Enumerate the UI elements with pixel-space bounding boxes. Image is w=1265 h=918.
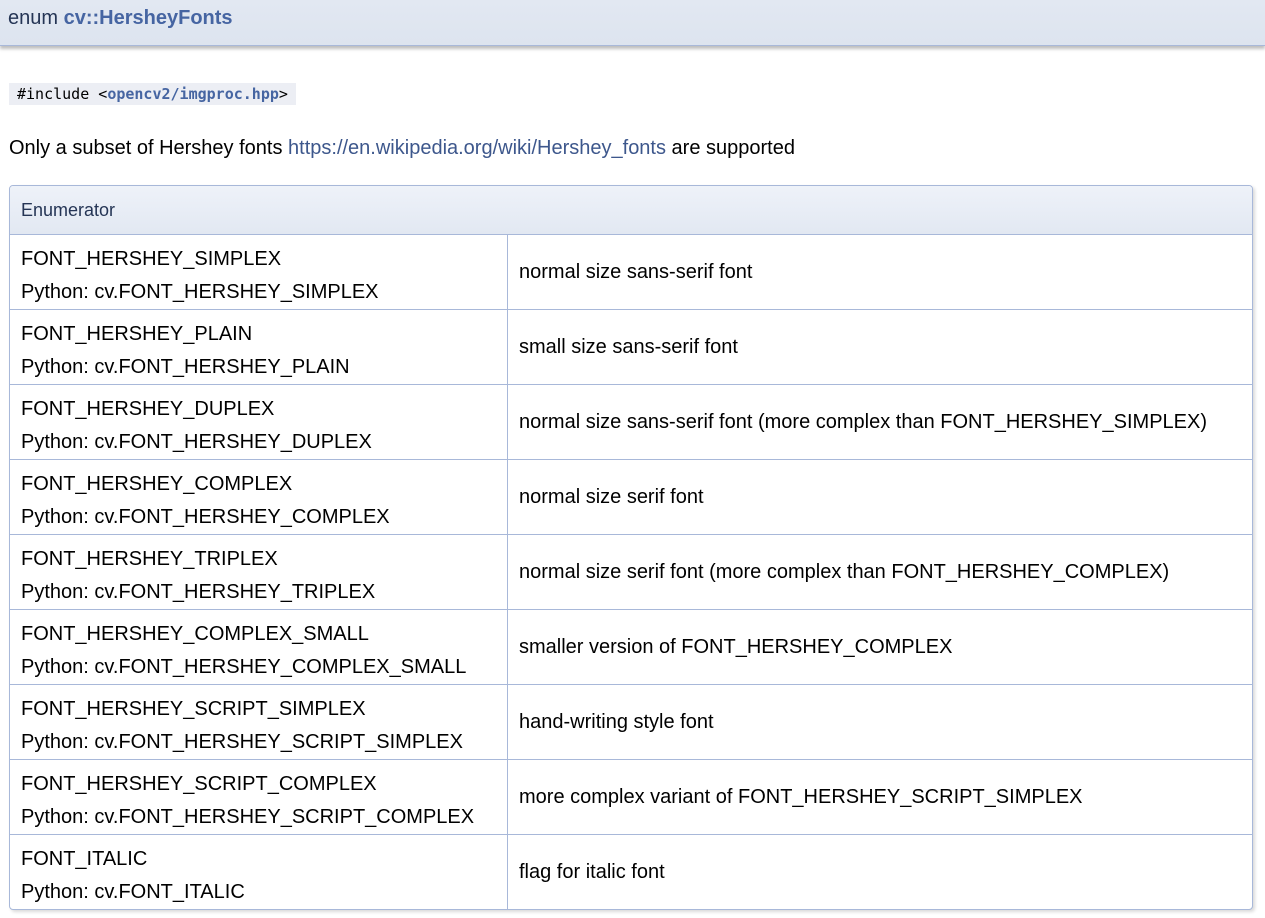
enumerator-name-cell: FONT_HERSHEY_SIMPLEX Python: cv.FONT_HERS… (10, 235, 508, 309)
enumerator-python-name: Python: cv.FONT_HERSHEY_SCRIPT_SIMPLEX (21, 731, 463, 753)
enumerator-python-name: Python: cv.FONT_HERSHEY_PLAIN (21, 356, 350, 378)
enumerator-python-name: Python: cv.FONT_ITALIC (21, 881, 245, 903)
enumerator-table-header: Enumerator (10, 186, 1252, 235)
enumerator-name: FONT_HERSHEY_COMPLEX_SMALL (21, 623, 369, 645)
enum-title-bar: enum cv::HersheyFonts (0, 0, 1265, 46)
enum-keyword: enum (8, 7, 59, 29)
enumerator-python-name: Python: cv.FONT_HERSHEY_DUPLEX (21, 431, 372, 453)
enumerator-python-name: Python: cv.FONT_HERSHEY_SCRIPT_COMPLEX (21, 806, 475, 828)
enumerator-description: small size sans-serif font (519, 335, 738, 358)
enumerator-row: FONT_HERSHEY_SIMPLEX Python: cv.FONT_HERS… (10, 235, 1252, 310)
enumerator-row: FONT_HERSHEY_DUPLEX Python: cv.FONT_HERSH… (10, 385, 1252, 460)
enum-name: cv::HersheyFonts (63, 7, 233, 29)
enumerator-description: more complex variant of FONT_HERSHEY_SCR… (519, 785, 1083, 808)
enumerator-row: FONT_HERSHEY_TRIPLEX Python: cv.FONT_HERS… (10, 535, 1252, 610)
enum-description: Only a subset of Hershey fonts https://e… (9, 135, 795, 161)
include-file-link[interactable]: opencv2/imgproc.hpp (107, 85, 279, 103)
enumerator-description: normal size sans-serif font (519, 260, 753, 283)
enumerator-description: normal size serif font (519, 485, 704, 508)
enumerator-table: Enumerator FONT_HERSHEY_SIMPLEX Python: c… (9, 185, 1253, 910)
enumerator-name: FONT_HERSHEY_DUPLEX (21, 398, 275, 420)
enumerator-description: smaller version of FONT_HERSHEY_COMPLEX (519, 635, 953, 658)
enumerator-name-cell: FONT_HERSHEY_SCRIPT_COMPLEX Python: cv.FO… (10, 760, 508, 834)
enumerator-name-cell: FONT_HERSHEY_COMPLEX Python: cv.FONT_HERS… (10, 460, 508, 534)
include-prefix: #include < (17, 85, 108, 103)
enumerator-python-name: Python: cv.FONT_HERSHEY_COMPLEX (21, 506, 390, 528)
hershey-wikipedia-link[interactable]: https://en.wikipedia.org/wiki/Hershey_fo… (288, 137, 666, 159)
include-suffix: > (278, 85, 288, 103)
enumerator-table-body: FONT_HERSHEY_SIMPLEX Python: cv.FONT_HERS… (10, 235, 1252, 909)
enumerator-name: FONT_HERSHEY_PLAIN (21, 323, 253, 345)
enumerator-row: FONT_ITALIC Python: cv.FONT_ITALIC flag fo… (10, 835, 1252, 909)
enumerator-name-cell: FONT_HERSHEY_PLAIN Python: cv.FONT_HERSHE… (10, 310, 508, 384)
include-directive: #include <opencv2/imgproc.hpp> (9, 83, 296, 105)
enumerator-name-cell: FONT_HERSHEY_SCRIPT_SIMPLEX Python: cv.FO… (10, 685, 508, 759)
enumerator-python-name: Python: cv.FONT_HERSHEY_TRIPLEX (21, 581, 376, 603)
enumerator-name: FONT_HERSHEY_COMPLEX (21, 473, 293, 495)
enumerator-row: FONT_HERSHEY_COMPLEX Python: cv.FONT_HERS… (10, 460, 1252, 535)
enumerator-row: FONT_HERSHEY_SCRIPT_SIMPLEX Python: cv.FO… (10, 685, 1252, 760)
enumerator-name: FONT_HERSHEY_TRIPLEX (21, 548, 278, 570)
enumerator-name: FONT_HERSHEY_SIMPLEX (21, 248, 282, 270)
enumerator-name: FONT_ITALIC (21, 848, 148, 870)
enumerator-name-cell: FONT_ITALIC Python: cv.FONT_ITALIC (10, 835, 508, 909)
enumerator-row: FONT_HERSHEY_SCRIPT_COMPLEX Python: cv.FO… (10, 760, 1252, 835)
enumerator-row: FONT_HERSHEY_COMPLEX_SMALL Python: cv.FON… (10, 610, 1252, 685)
enumerator-row: FONT_HERSHEY_PLAIN Python: cv.FONT_HERSHE… (10, 310, 1252, 385)
enumerator-description: normal size serif font (more complex tha… (519, 560, 1170, 583)
enumerator-python-name: Python: cv.FONT_HERSHEY_COMPLEX_SMALL (21, 656, 467, 678)
enumerator-name: FONT_HERSHEY_SCRIPT_COMPLEX (21, 773, 377, 795)
enumerator-python-name: Python: cv.FONT_HERSHEY_SIMPLEX (21, 281, 379, 303)
enumerator-name-cell: FONT_HERSHEY_TRIPLEX Python: cv.FONT_HERS… (10, 535, 508, 609)
description-text-after: are supported (666, 137, 795, 159)
description-text-before: Only a subset of Hershey fonts (9, 137, 289, 159)
enumerator-description: flag for italic font (519, 860, 665, 883)
enumerator-name-cell: FONT_HERSHEY_COMPLEX_SMALL Python: cv.FON… (10, 610, 508, 684)
enumerator-name-cell: FONT_HERSHEY_DUPLEX Python: cv.FONT_HERSH… (10, 385, 508, 459)
enumerator-description: hand-writing style font (519, 710, 714, 733)
enumerator-name: FONT_HERSHEY_SCRIPT_SIMPLEX (21, 698, 366, 720)
enumerator-description: normal size sans-serif font (more comple… (519, 410, 1207, 433)
